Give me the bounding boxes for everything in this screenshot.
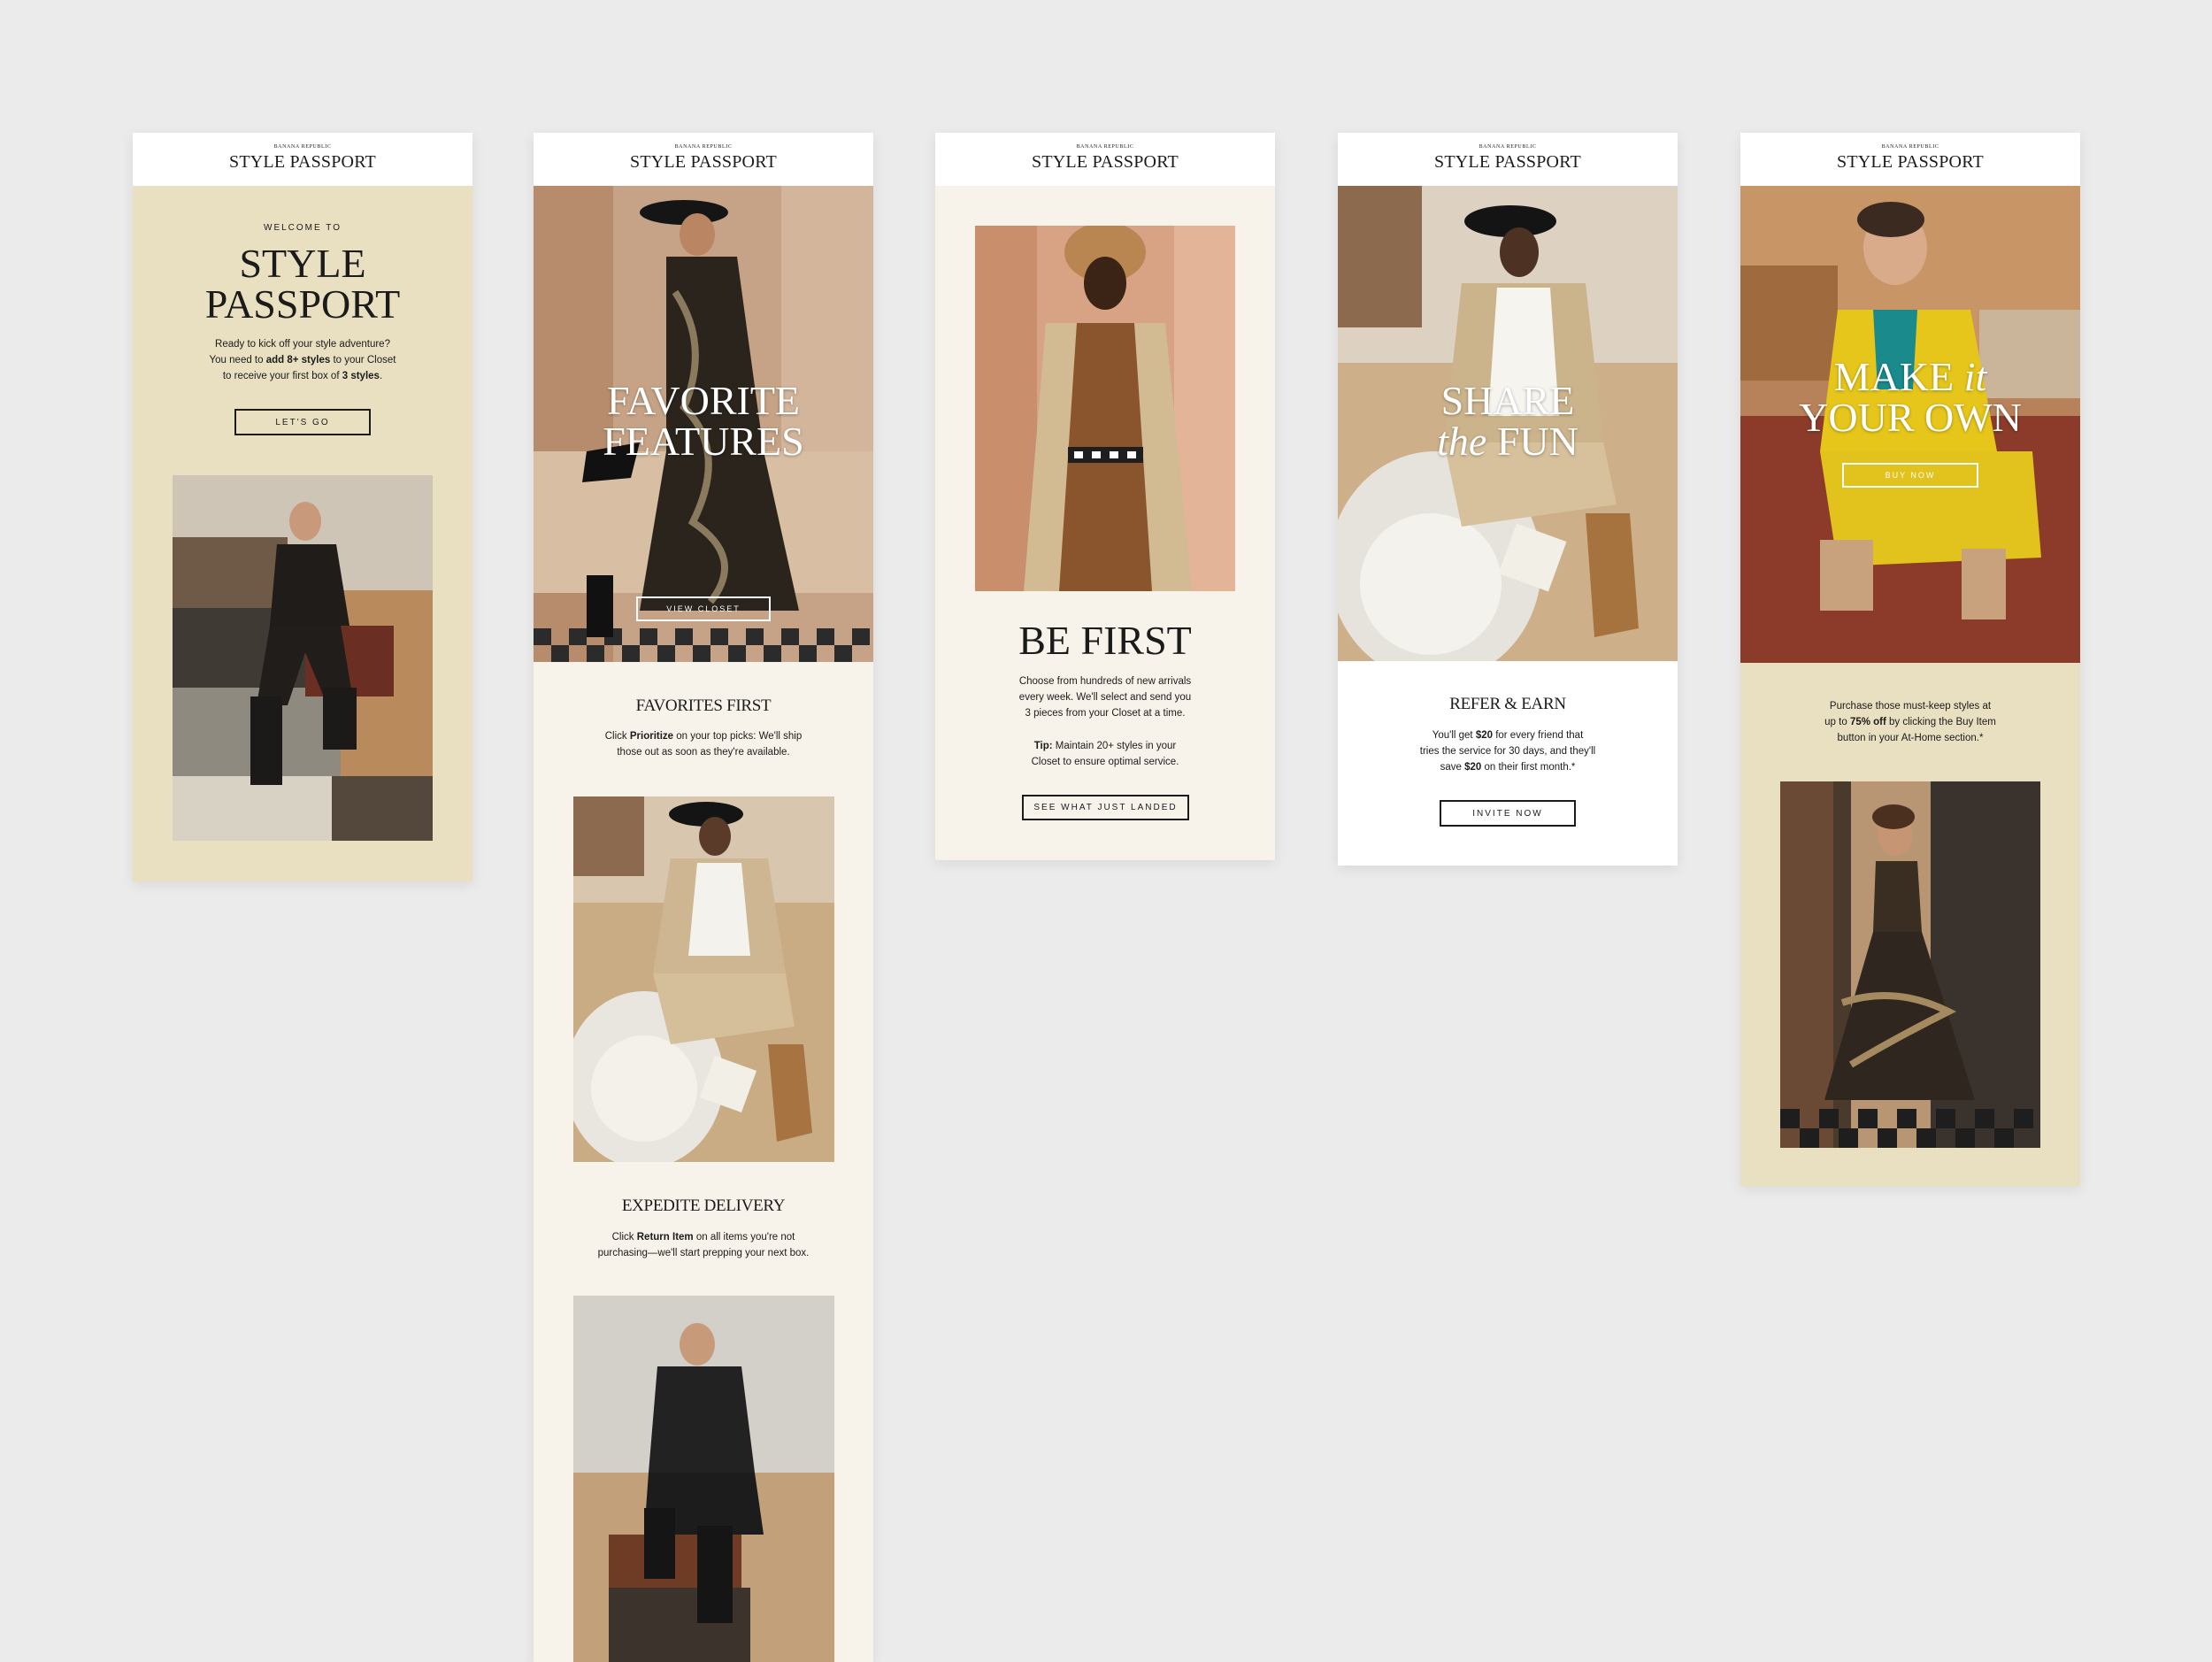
brand-parent: BANANA REPUBLIC [273,144,332,150]
body-line: Purchase those must-keep styles at [1829,701,1992,712]
brand-logo: STYLE PASSPORT [229,152,376,172]
body-line: up to 75% off by clicking the Buy Item [1824,717,1996,727]
section-title-favorites-first: FAVORITES FIRST [635,696,772,715]
hero-line1: MAKE it [1833,354,1987,399]
email-header: BANANA REPUBLIC STYLE PASSPORT [133,133,472,186]
email-header: BANANA REPUBLIC STYLE PASSPORT [1740,133,2080,186]
refer-earn-body: You'll get $20 for every friend that tri… [1338,727,1678,775]
hero-line2: FEATURES [603,419,804,464]
be-first-tip: Tip: Maintain 20+ styles in your Closet … [935,738,1275,770]
lets-go-button[interactable]: LET'S GO [234,409,371,435]
body-line: Click Return Item on all items you're no… [611,1232,795,1243]
welcome-title: STYLE PASSPORT [133,243,472,325]
refer-earn-title: REFER & EARN [1449,695,1566,713]
body-line: every week. We'll select and send you [1018,692,1192,703]
section-body-expedite-delivery: Click Return Item on all items you're no… [534,1229,873,1261]
brand-parent: BANANA REPUBLIC [1479,144,1537,150]
invite-now-button[interactable]: INVITE NOW [1440,800,1576,827]
brand-logo: STYLE PASSPORT [630,152,777,172]
brand-logo: STYLE PASSPORT [1434,152,1581,172]
email-card-be-first: BANANA REPUBLIC STYLE PASSPORT BE FIRST … [935,133,1275,860]
body-line: 3 pieces from your Closet at a time. [1025,708,1186,719]
hero-line2: the FUN [1437,419,1578,464]
body-line: Click Prioritize on your top picks: We'l… [604,731,803,742]
model-on-suitcases-photo [173,475,433,841]
hero-line2: YOUR OWN [1799,395,2022,440]
email-card-share-the-fun: BANANA REPUBLIC STYLE PASSPORT SHARE the… [1338,133,1678,866]
body-line: Tip: Maintain 20+ styles in your [1033,741,1177,751]
model-patterned-skirt-photo [1780,781,2040,1148]
view-closet-button[interactable]: VIEW CLOSET [636,596,771,621]
email-card-make-it-your-own: BANANA REPUBLIC STYLE PASSPORT MAKE it Y… [1740,133,2080,1186]
brand-logo: STYLE PASSPORT [1837,152,1984,172]
email-header: BANANA REPUBLIC STYLE PASSPORT [935,133,1275,186]
brand-parent: BANANA REPUBLIC [674,144,733,150]
body-line: Choose from hundreds of new arrivals [1018,676,1192,687]
brand-parent: BANANA REPUBLIC [1076,144,1134,150]
be-first-body: Choose from hundreds of new arrivals eve… [935,673,1275,721]
body-line: those out as soon as they're available. [617,747,790,758]
model-on-scooter-photo [573,796,834,1162]
hero-headline: FAVORITE FEATURES [534,381,873,462]
hero-headline: SHARE the FUN [1338,381,1678,462]
email-header: BANANA REPUBLIC STYLE PASSPORT [1338,133,1678,186]
be-first-title: BE FIRST [1018,618,1192,663]
welcome-body: Ready to kick off your style adventure? … [133,336,472,384]
body-line: Closet to ensure optimal service. [1031,757,1179,767]
body-line: purchasing—we'll start prepping your nex… [597,1248,810,1258]
email-card-favorite-features: BANANA REPUBLIC STYLE PASSPORT FAVORITE … [534,133,873,1662]
body-line: You need to add 8+ styles to your Closet [209,355,396,365]
hero-line1: SHARE [1440,378,1575,423]
welcome-title-line1: STYLE [239,241,366,286]
brand-logo: STYLE PASSPORT [1032,152,1179,172]
buy-now-button[interactable]: BUY NOW [1842,463,1978,488]
section-body-favorites-first: Click Prioritize on your top picks: We'l… [534,728,873,760]
hero-line1: FAVORITE [606,378,801,423]
hero-headline: MAKE it YOUR OWN [1740,357,2080,438]
buy-body: Purchase those must-keep styles at up to… [1740,698,2080,746]
model-leather-outfit-photo [573,1296,834,1662]
email-header: BANANA REPUBLIC STYLE PASSPORT [534,133,873,186]
see-what-just-landed-button[interactable]: SEE WHAT JUST LANDED [1022,795,1189,820]
section-title-expedite-delivery: EXPEDITE DELIVERY [621,1196,786,1215]
body-line: You'll get $20 for every friend that [1432,730,1584,741]
body-line: save $20 on their first month.* [1440,762,1576,773]
brand-parent: BANANA REPUBLIC [1881,144,1939,150]
model-trench-coat-photo [975,226,1235,591]
body-line: Ready to kick off your style adventure? [215,339,390,350]
email-card-welcome: BANANA REPUBLIC STYLE PASSPORT WELCOME T… [133,133,472,881]
welcome-title-line2: PASSPORT [204,281,401,327]
body-line: button in your At-Home section.* [1837,733,1984,743]
body-line: tries the service for 30 days, and they'… [1419,746,1596,757]
body-line: to receive your first box of 3 styles. [222,371,383,381]
eyebrow: WELCOME TO [264,223,342,233]
